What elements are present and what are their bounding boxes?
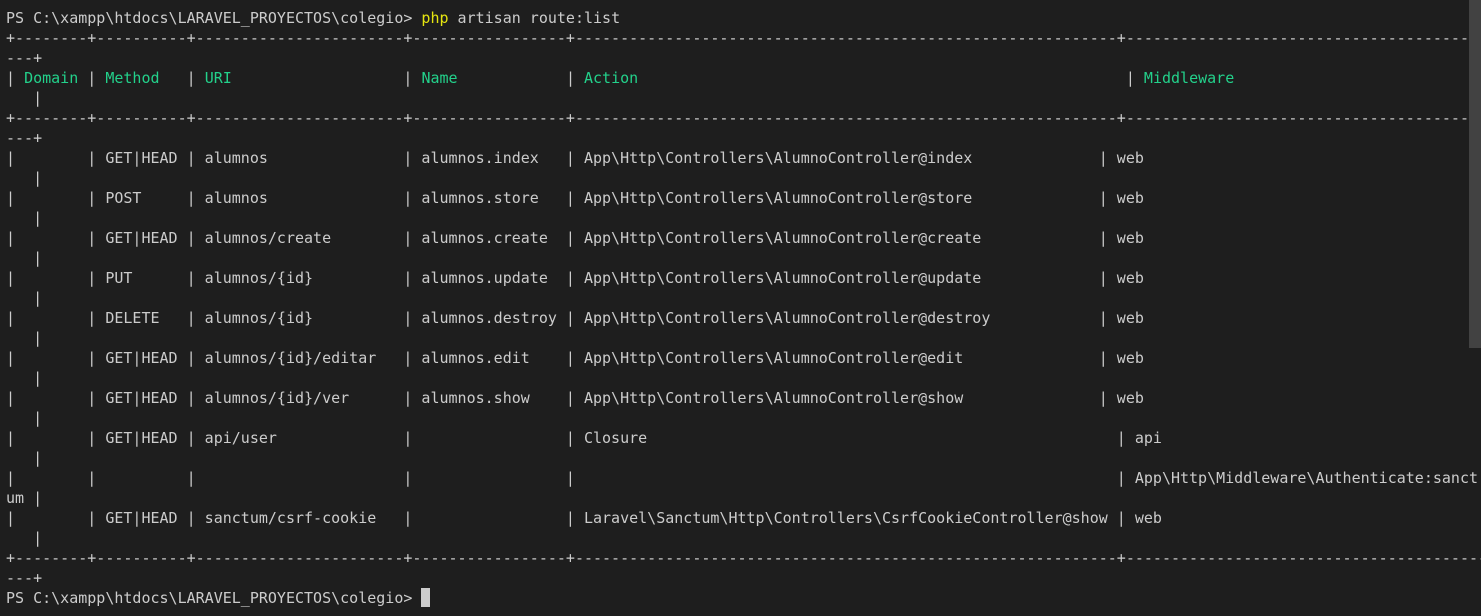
header-action: Action (584, 69, 639, 87)
prompt-line[interactable]: PS C:\xampp\htdocs\LARAVEL_PROYECTOS\col… (6, 588, 1481, 608)
table-border-bottom-wrap: ---+ (6, 569, 43, 587)
table-row: | | | | | | App\Http\Middleware\Authenti… (6, 469, 1479, 487)
table-row-wrap: | (6, 169, 43, 187)
table-border-wrap: ---+ (6, 49, 43, 67)
table-row-wrap: | (6, 249, 43, 267)
table-border-mid-wrap: ---+ (6, 129, 43, 147)
table-row-wrap: | (6, 289, 43, 307)
table-row-wrap: | (6, 449, 43, 467)
header-domain: Domain (24, 69, 79, 87)
header-method: Method (105, 69, 160, 87)
command-line: PS C:\xampp\htdocs\LARAVEL_PROYECTOS\col… (6, 8, 1481, 28)
table-border-top: +--------+----------+-------------------… (6, 29, 1481, 47)
table-row-wrap: | (6, 209, 43, 227)
table-border-bottom: +--------+----------+-------------------… (6, 549, 1481, 567)
header-uri: URI (204, 69, 232, 87)
table-row-wrap: | (6, 369, 43, 387)
table-border-mid: +--------+----------+-------------------… (6, 109, 1481, 127)
prompt-text: PS C:\xampp\htdocs\LARAVEL_PROYECTOS\col… (6, 9, 422, 27)
table-row-wrap: | (6, 529, 43, 547)
terminal-window[interactable]: PS C:\xampp\htdocs\LARAVEL_PROYECTOS\col… (0, 0, 1481, 616)
table-row: | | DELETE | alumnos/{id} | alumnos.dest… (6, 309, 1144, 327)
header-middleware: Middleware (1143, 69, 1235, 87)
prompt-text: PS C:\xampp\htdocs\LARAVEL_PROYECTOS\col… (6, 589, 422, 607)
table-row-wrap: | (6, 409, 43, 427)
table-header-wrap: | (6, 89, 43, 107)
table-row-wrap: | (6, 329, 43, 347)
table-row-wrap: um | (6, 489, 43, 507)
header-name: Name (421, 69, 458, 87)
table-row: | | GET|HEAD | alumnos/create | alumnos.… (6, 229, 1144, 247)
command-args: artisan route:list (448, 9, 621, 27)
table-row: | | PUT | alumnos/{id} | alumnos.update … (6, 269, 1144, 287)
command-program: php (421, 9, 449, 27)
table-row: | | POST | alumnos | alumnos.store | App… (6, 189, 1144, 207)
scrollbar-thumb[interactable] (1469, 0, 1481, 348)
table-row: | | GET|HEAD | alumnos/{id}/editar | alu… (6, 349, 1144, 367)
table-header-row: | Domain | Method | URI | Name | Action … (6, 69, 1235, 87)
text-cursor (421, 588, 431, 607)
table-row: | | GET|HEAD | api/user | | Closure | ap… (6, 429, 1162, 447)
table-row: | | GET|HEAD | alumnos/{id}/ver | alumno… (6, 389, 1144, 407)
table-row: | | GET|HEAD | alumnos | alumnos.index |… (6, 149, 1144, 167)
table-row: | | GET|HEAD | sanctum/csrf-cookie | | L… (6, 509, 1162, 527)
